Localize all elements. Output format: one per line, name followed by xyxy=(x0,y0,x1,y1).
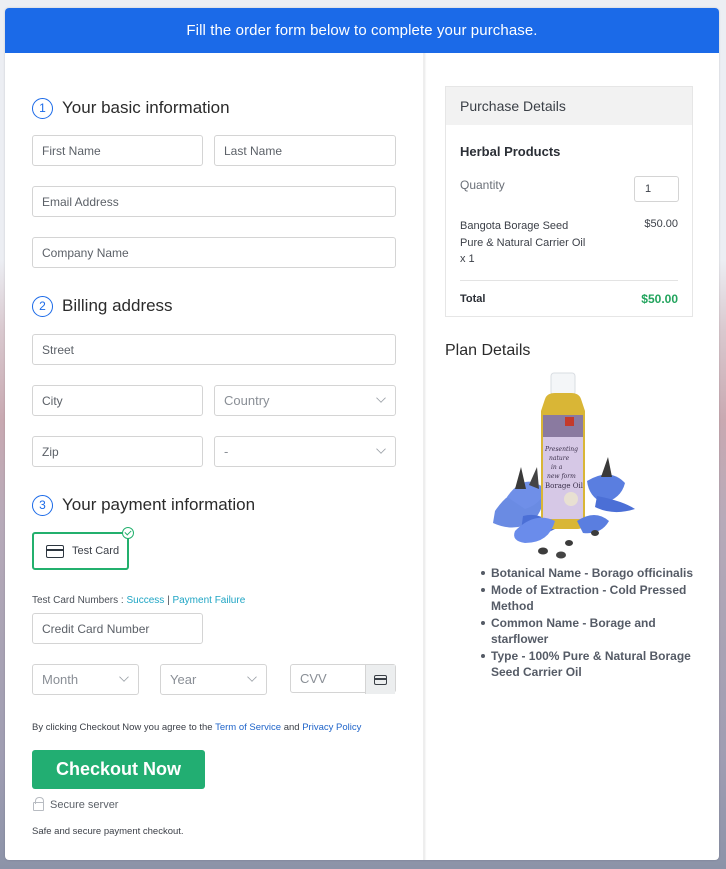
total-value: $50.00 xyxy=(641,292,678,306)
line-item-price: $50.00 xyxy=(644,218,678,230)
credit-card-icon xyxy=(374,674,387,685)
banner-text: Fill the order form below to complete yo… xyxy=(186,22,538,39)
agreement-text: By clicking Checkout Now you agree to th… xyxy=(32,722,361,733)
placeholder: Email Address xyxy=(42,194,119,209)
total-label: Total xyxy=(460,293,486,305)
bottle-label-text: Borage Oil xyxy=(545,482,584,490)
terms-link[interactable]: Term of Service xyxy=(215,722,281,733)
placeholder: Last Name xyxy=(224,143,283,158)
test-numbers-label: Test Card Numbers : xyxy=(32,595,124,606)
purchase-details-header: Purchase Details xyxy=(446,87,692,125)
seed xyxy=(556,551,566,559)
product-category: Herbal Products xyxy=(460,144,561,159)
quantity-input[interactable]: 1 xyxy=(634,176,679,202)
chevron-down-icon xyxy=(376,393,386,403)
seed xyxy=(565,540,573,546)
oil-bottle: Presenting nature in a new form Borage O… xyxy=(541,372,585,529)
quantity-label: Quantity xyxy=(460,178,505,192)
success-link[interactable]: Success xyxy=(126,595,164,606)
street-input[interactable]: Street xyxy=(32,334,396,365)
cvv-help-button[interactable] xyxy=(365,665,395,694)
summary-divider xyxy=(460,280,678,281)
bottle-label-text: nature xyxy=(549,455,570,462)
first-name-input[interactable]: First Name xyxy=(32,135,203,166)
agreement-and: and xyxy=(283,722,300,733)
product-image: Presenting nature in a new form Borage O… xyxy=(493,372,635,559)
secure-server-label: Secure server xyxy=(50,799,119,811)
month-select[interactable]: Month xyxy=(32,664,139,695)
section-basic-info: 1 Your basic information xyxy=(32,96,230,120)
placeholder: Zip xyxy=(42,444,59,459)
section-title: Billing address xyxy=(62,296,173,315)
bottle-label-text: in a xyxy=(551,464,563,471)
item-quantity: x 1 xyxy=(460,253,475,265)
purchase-details-card: Purchase Details Herbal Products Quantit… xyxy=(445,86,693,317)
email-input[interactable]: Email Address xyxy=(32,186,396,217)
safe-checkout-note: Safe and secure payment checkout. xyxy=(32,826,184,837)
lock-icon xyxy=(33,797,44,811)
placeholder: City xyxy=(42,393,63,408)
placeholder: Credit Card Number xyxy=(42,621,150,636)
chevron-down-icon xyxy=(119,672,129,682)
section-title: Your payment information xyxy=(62,495,256,514)
selected-value: Year xyxy=(170,672,197,687)
feature-item: Mode of Extraction - Cold Pressed Method xyxy=(481,582,696,615)
test-card-numbers: Test Card Numbers : Success | Payment Fa… xyxy=(32,595,245,606)
payment-failure-link[interactable]: Payment Failure xyxy=(172,595,245,606)
placeholder: Street xyxy=(42,342,75,357)
column-divider xyxy=(423,53,425,860)
cvv-input[interactable]: CVV xyxy=(290,664,396,694)
plan-details-title: Plan Details xyxy=(445,342,531,359)
step-number-1: 1 xyxy=(32,97,53,119)
checkout-now-button[interactable]: Checkout Now xyxy=(32,750,205,789)
year-select[interactable]: Year xyxy=(160,664,267,695)
plan-features-list: Botanical Name - Borago officinalis Mode… xyxy=(481,565,696,681)
borage-flower-right xyxy=(587,457,635,513)
city-input[interactable]: City xyxy=(32,385,203,416)
header-banner: Fill the order form below to complete yo… xyxy=(5,8,719,53)
credit-card-icon xyxy=(46,544,64,558)
line-item-description: Bangota Borage Seed Pure & Natural Carri… xyxy=(460,218,585,268)
placeholder: First Name xyxy=(42,143,101,158)
card-number-input[interactable]: Credit Card Number xyxy=(32,613,203,644)
country-select[interactable]: Country xyxy=(214,385,396,416)
privacy-link[interactable]: Privacy Policy xyxy=(302,722,361,733)
feature-item: Common Name - Borage and starflower xyxy=(481,615,696,648)
step-number-2: 2 xyxy=(32,295,53,317)
feature-item: Type - 100% Pure & Natural Borage Seed C… xyxy=(481,648,696,681)
separator: | xyxy=(167,595,170,606)
chevron-down-icon xyxy=(376,444,386,454)
state-select[interactable]: - xyxy=(214,436,396,467)
bottle-label-text: Presenting xyxy=(544,446,578,453)
item-name-line: Pure & Natural Carrier Oil xyxy=(460,236,586,249)
section-title: Your basic information xyxy=(62,98,230,117)
selected-value: Month xyxy=(42,672,79,687)
seed xyxy=(591,530,599,536)
feature-item: Botanical Name - Borago officinalis xyxy=(481,565,696,582)
checkout-page: Fill the order form below to complete yo… xyxy=(5,8,719,860)
seed xyxy=(538,547,548,555)
selected-value: Country xyxy=(224,393,270,408)
selected-value: - xyxy=(224,444,229,459)
step-number-3: 3 xyxy=(32,494,53,516)
check-circle-icon xyxy=(122,527,134,539)
chevron-down-icon xyxy=(247,672,257,682)
item-name-line: Bangota Borage Seed xyxy=(460,220,569,232)
section-billing: 2 Billing address xyxy=(32,294,173,318)
payment-method-label: Test Card xyxy=(72,545,120,557)
agreement-prefix: By clicking Checkout Now you agree to th… xyxy=(32,722,213,733)
zip-input[interactable]: Zip xyxy=(32,436,203,467)
company-input[interactable]: Company Name xyxy=(32,237,396,268)
placeholder: Company Name xyxy=(42,245,129,260)
bottle-label-text: new form xyxy=(547,473,576,480)
placeholder: CVV xyxy=(300,671,327,686)
section-payment: 3 Your payment information xyxy=(32,493,255,517)
last-name-input[interactable]: Last Name xyxy=(214,135,396,166)
payment-method-test-card[interactable]: Test Card xyxy=(32,527,134,570)
